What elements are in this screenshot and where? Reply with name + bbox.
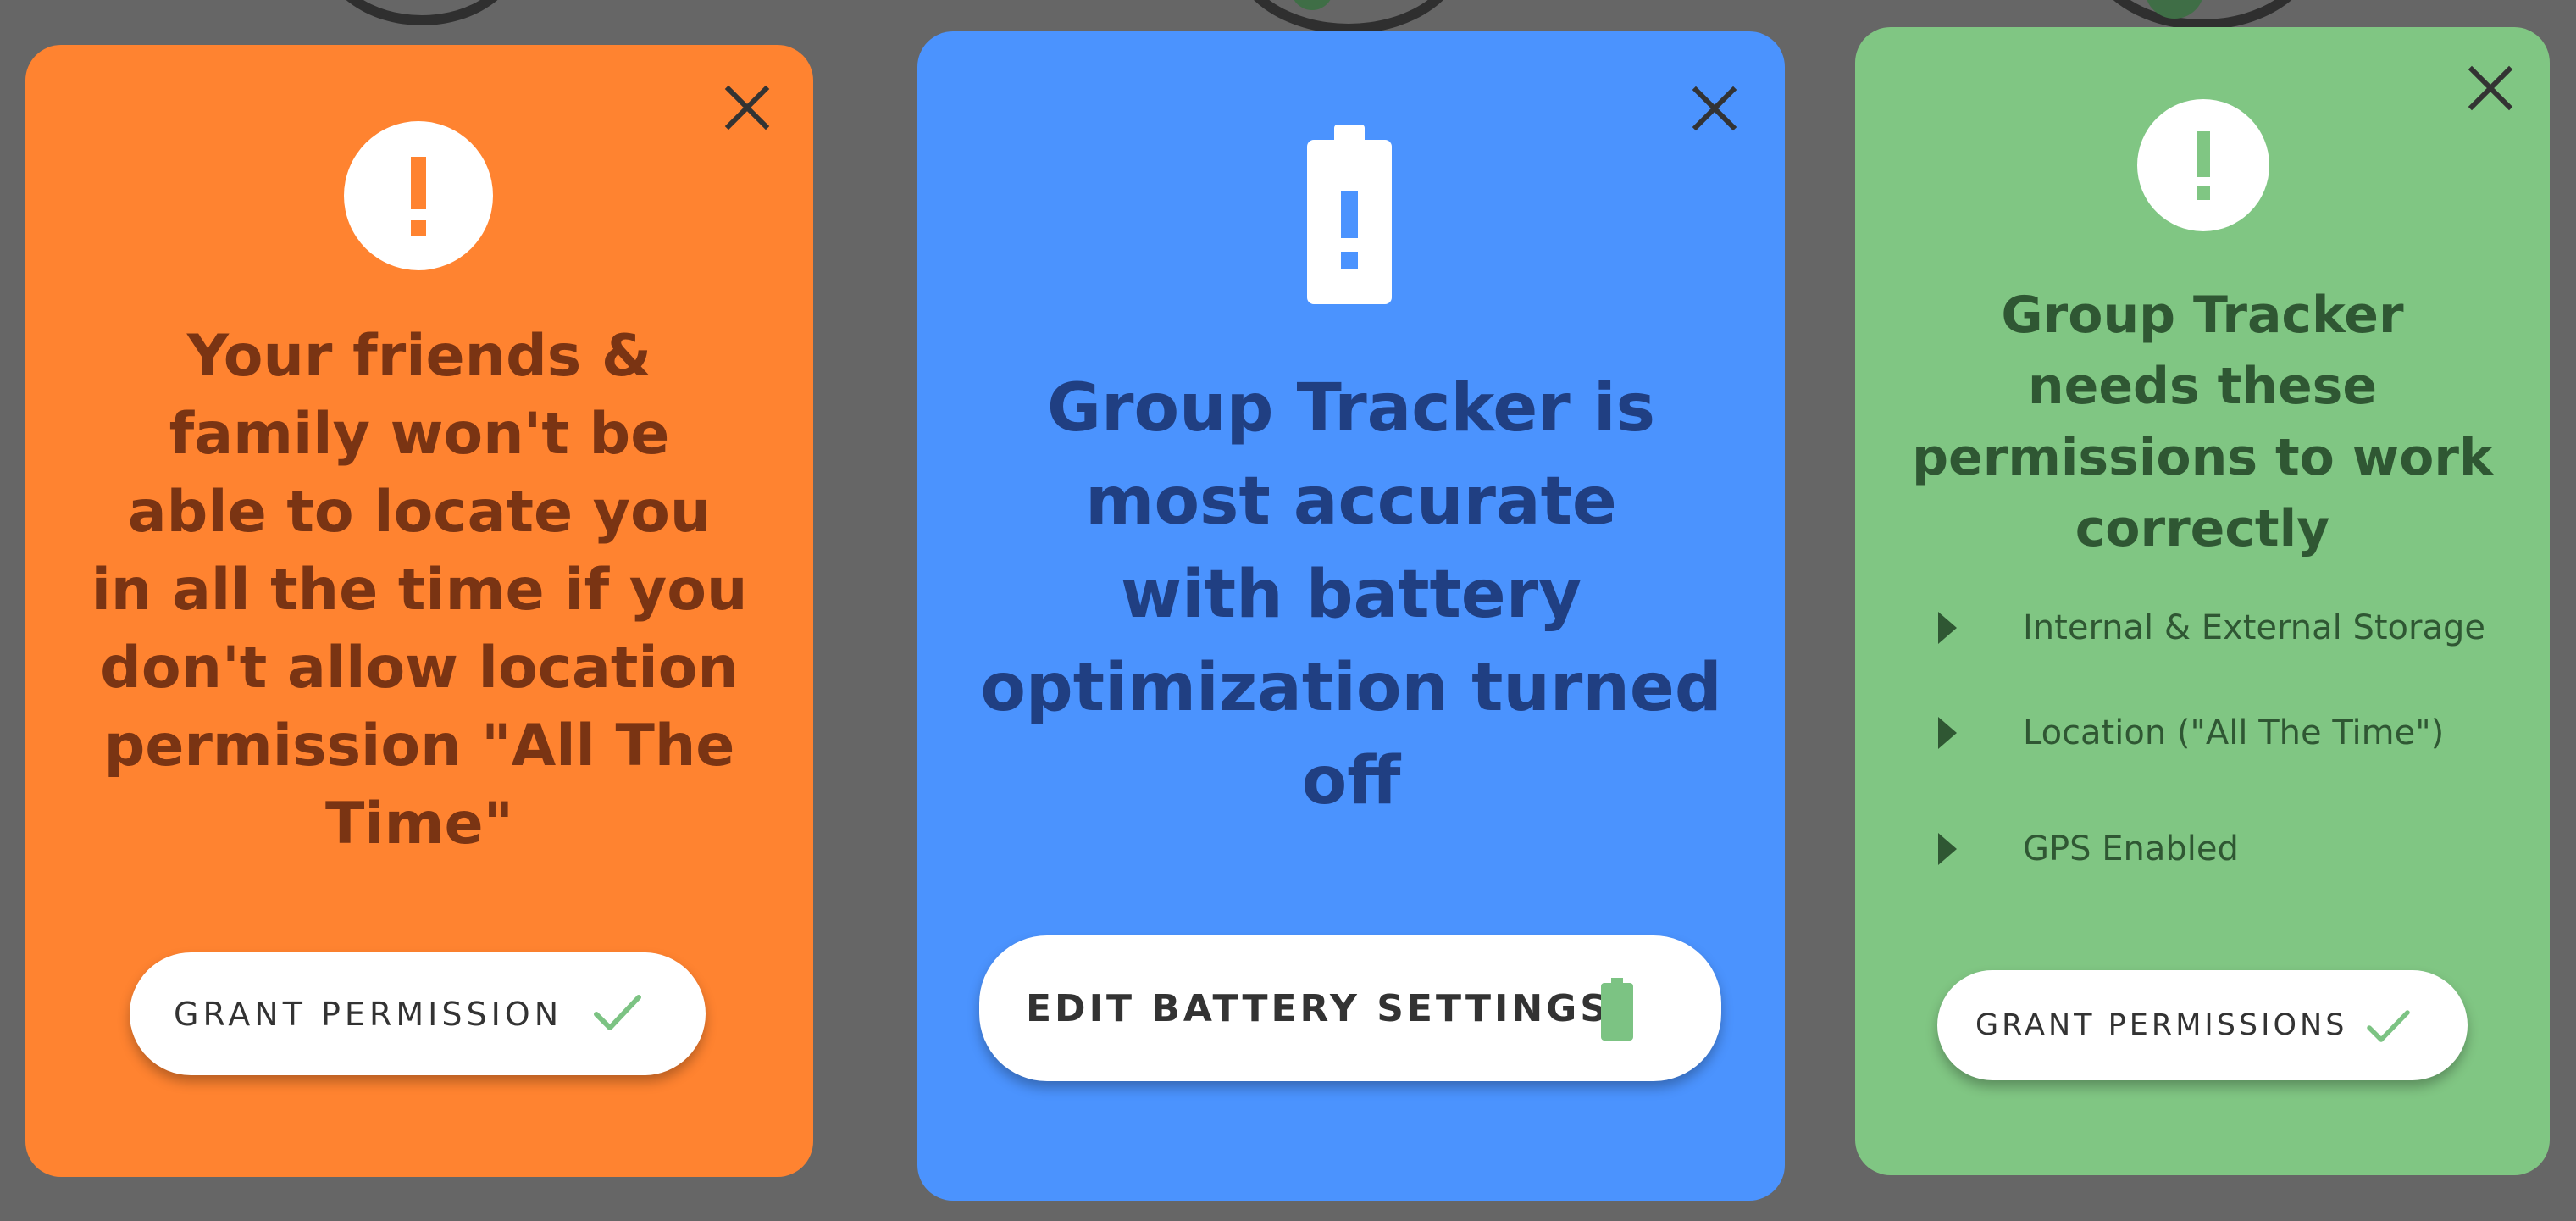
permissions-card: Group Tracker needs these permissions to… (1855, 27, 2550, 1175)
message-line: Time" (324, 791, 514, 857)
grant-permission-button[interactable]: GRANT PERMISSION (130, 952, 706, 1075)
message-line: don't allow location (100, 635, 739, 702)
list-item: Internal & External Storage (1938, 608, 2485, 647)
message-line: with battery (1120, 557, 1582, 633)
triangle-right-icon (1938, 717, 1957, 749)
edit-battery-settings-button[interactable]: EDIT BATTERY SETTINGS (979, 935, 1721, 1081)
list-item: GPS Enabled (1938, 830, 2239, 869)
message-line: Your friends & (186, 323, 652, 390)
battery-full-icon (1601, 978, 1633, 1041)
message-line: family won't be (169, 401, 670, 468)
close-icon[interactable] (1689, 83, 1740, 134)
grant-permissions-label: GRANT PERMISSIONS (1975, 1008, 2348, 1042)
message-line: most accurate (1085, 463, 1617, 540)
background-circle-center (1230, 0, 1467, 34)
permission-label: Location ("All The Time") (2023, 713, 2445, 752)
checkmark-icon (2365, 1007, 2412, 1046)
exclamation-circle-icon (344, 121, 493, 270)
background-circle-left (320, 0, 524, 25)
triangle-right-icon (1938, 833, 1957, 865)
message-line: off (1301, 743, 1401, 819)
message-line: in all the time if you (91, 557, 748, 624)
message-line: optimization turned (980, 650, 1722, 726)
battery-optimization-message: Group Tracker is most accurate with batt… (926, 362, 1776, 828)
permission-label: Internal & External Storage (2023, 608, 2485, 647)
message-line: permission "All The (103, 713, 735, 780)
battery-alert-icon (1307, 125, 1392, 304)
close-icon[interactable] (722, 82, 773, 133)
location-warning-message: Your friends & family won't be able to l… (42, 318, 796, 863)
list-item: Location ("All The Time") (1938, 713, 2444, 752)
checkmark-icon (591, 991, 644, 1035)
message-line: able to locate you (127, 479, 712, 546)
battery-optimization-card: Group Tracker is most accurate with batt… (917, 31, 1785, 1201)
permission-label: GPS Enabled (2023, 830, 2239, 869)
background-circle-right (2084, 0, 2321, 30)
message-line: Group Tracker is (1046, 370, 1656, 447)
location-warning-card: Your friends & family won't be able to l… (25, 45, 813, 1177)
edit-battery-settings-label: EDIT BATTERY SETTINGS (1026, 986, 1610, 1030)
triangle-right-icon (1938, 612, 1957, 644)
grant-permission-label: GRANT PERMISSION (174, 995, 563, 1033)
grant-permissions-button[interactable]: GRANT PERMISSIONS (1937, 970, 2468, 1080)
